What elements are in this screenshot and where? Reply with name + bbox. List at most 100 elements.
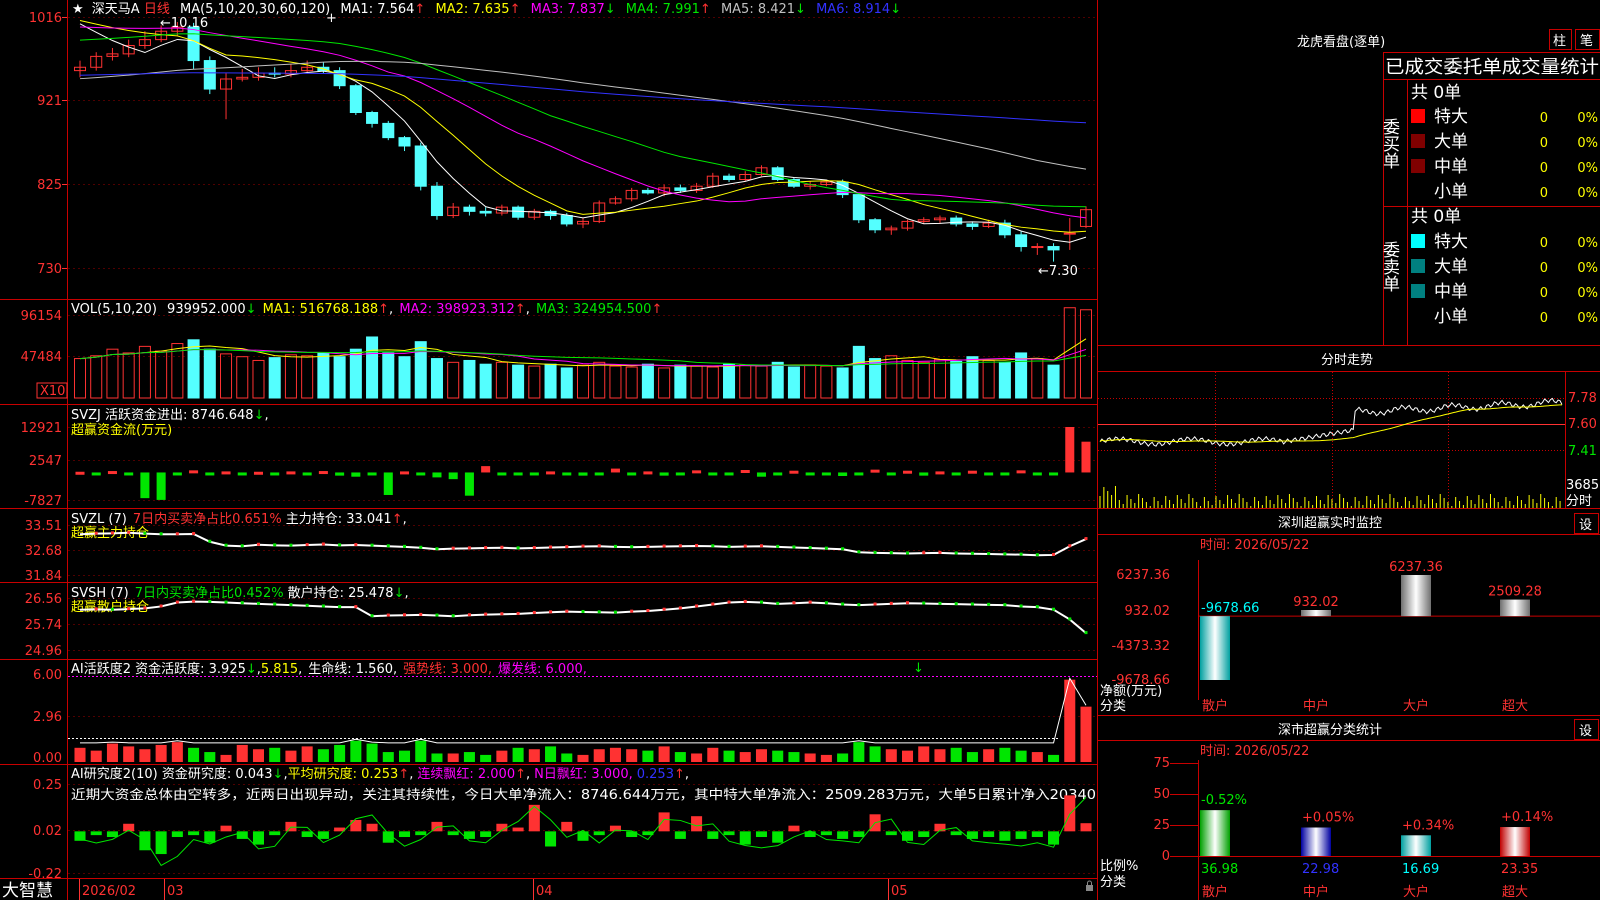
volume-bar xyxy=(317,352,330,399)
ma5-value: MA5: 8.421 xyxy=(721,2,795,17)
intraday-price: 7.60 xyxy=(1568,417,1597,432)
zl-point xyxy=(662,544,666,548)
volume-bar xyxy=(852,345,865,399)
bar-view-label[interactable]: 柱 xyxy=(1553,34,1566,49)
volume-bar xyxy=(804,364,817,399)
zl-point xyxy=(824,546,828,550)
flow-bar xyxy=(464,472,474,496)
sh-point xyxy=(678,606,682,610)
ai1-bar xyxy=(236,744,248,762)
zl-point xyxy=(727,544,731,548)
candle-body xyxy=(641,189,654,194)
intraday-title: 分时走势 xyxy=(1321,352,1373,368)
flow-bar xyxy=(189,470,199,474)
ai2-bar xyxy=(171,831,183,838)
zl-point xyxy=(646,544,650,548)
zl-point xyxy=(289,543,293,547)
sh-subtitle: 超赢散户持仓 xyxy=(71,599,149,615)
zl-point xyxy=(1052,552,1056,556)
ai2-bar xyxy=(1080,823,1092,832)
vol-title: VOL(5,10,20) xyxy=(71,302,157,317)
category-label: 散户 xyxy=(1202,884,1228,900)
sh-point xyxy=(500,612,504,616)
ai1-bar xyxy=(155,744,167,762)
monitor-bar-label: 2509.28 xyxy=(1488,585,1542,600)
flow-bar xyxy=(773,472,783,476)
volume-bar xyxy=(739,364,752,399)
classify-date: 时间: 2026/05/22 xyxy=(1200,744,1309,759)
ma4-arrow: ↑ xyxy=(700,2,711,17)
sh-point xyxy=(711,602,715,606)
price-panel: 1016 921 825 730 ★ 深天马A 日线 MA(5,10,20,30… xyxy=(29,2,1097,279)
ai2-bar xyxy=(1064,795,1076,832)
candle-body xyxy=(463,206,476,212)
zl-series-line xyxy=(79,531,1087,557)
zl-point xyxy=(386,544,390,548)
monitor-settings-label[interactable]: 设 xyxy=(1579,518,1592,533)
ma5-line xyxy=(79,23,1087,243)
ai1-bar xyxy=(691,753,703,762)
sh-point xyxy=(1084,631,1088,635)
order-type: 中单 xyxy=(1434,282,1468,302)
vol-ma2: MA2: 398923.312 xyxy=(399,302,514,317)
sh-point xyxy=(841,602,845,606)
sh-line xyxy=(79,599,1088,635)
ma60-line xyxy=(79,60,1087,170)
zl-point xyxy=(256,542,260,546)
zl-point xyxy=(759,544,763,548)
ai1-bar xyxy=(999,747,1011,762)
zl-stat: 7日内买卖净占比0.651% xyxy=(133,511,282,527)
zl-holding: 主力持仓: 33.041 xyxy=(286,512,392,527)
sh-point xyxy=(695,604,699,608)
zl-point xyxy=(630,545,634,549)
vol-ma2-arrow: ↑ xyxy=(515,302,526,317)
sh-point xyxy=(516,611,520,615)
volume-bar xyxy=(787,366,800,399)
vol-tick: 96154 xyxy=(21,309,62,324)
sh-point xyxy=(954,602,958,606)
zl-line xyxy=(79,530,1088,557)
zl-point xyxy=(370,543,374,547)
ai2-avg: 平均研究度: 0.253 xyxy=(288,766,399,782)
volume-bar xyxy=(560,367,573,399)
sh-point xyxy=(1019,604,1023,608)
flow-title: SVZJ 活跃资金进出: 8746.648 xyxy=(71,407,254,423)
price-tick: 730 xyxy=(37,262,62,277)
zl-point xyxy=(695,543,699,547)
candle-body xyxy=(414,145,427,187)
zl-point xyxy=(305,543,309,547)
zl-point xyxy=(792,545,796,549)
volume-bar xyxy=(398,356,411,399)
monitor-unit: 净额(万元) xyxy=(1100,684,1162,699)
zl-point xyxy=(127,530,131,534)
classify-settings-label[interactable]: 设 xyxy=(1579,724,1592,739)
order-count: 0 xyxy=(1540,136,1548,151)
volume-bar xyxy=(203,348,216,399)
volume-ma-lines xyxy=(79,338,1087,367)
ai2-bar xyxy=(90,831,102,836)
ai1-bar xyxy=(1031,752,1043,762)
sh-point xyxy=(792,601,796,605)
month-label: 04 xyxy=(536,884,553,899)
sh-point xyxy=(597,610,601,614)
ai2-bar xyxy=(350,819,362,832)
ai2-bar xyxy=(918,831,930,838)
order-pct: 0% xyxy=(1577,261,1598,276)
ai1-bar xyxy=(723,750,735,762)
sh-point xyxy=(565,609,569,613)
sh-point xyxy=(662,607,666,611)
zl-point xyxy=(776,544,780,548)
classify-y-tick: 25 xyxy=(1153,818,1170,833)
ai1-bar xyxy=(755,749,768,762)
zl-point xyxy=(143,531,147,535)
volume-bar xyxy=(1015,352,1028,399)
tick-view-label[interactable]: 笔 xyxy=(1580,33,1593,49)
high-marker: ←10.16 xyxy=(160,16,208,31)
zl-point xyxy=(711,544,715,548)
volume-bar xyxy=(495,361,508,399)
ma1-value: MA1: 7.564 xyxy=(340,2,414,17)
order-count: 0 xyxy=(1540,286,1548,301)
ai2-bar xyxy=(788,825,800,832)
order-type: 特大 xyxy=(1434,232,1468,252)
month-label: 05 xyxy=(891,884,908,899)
